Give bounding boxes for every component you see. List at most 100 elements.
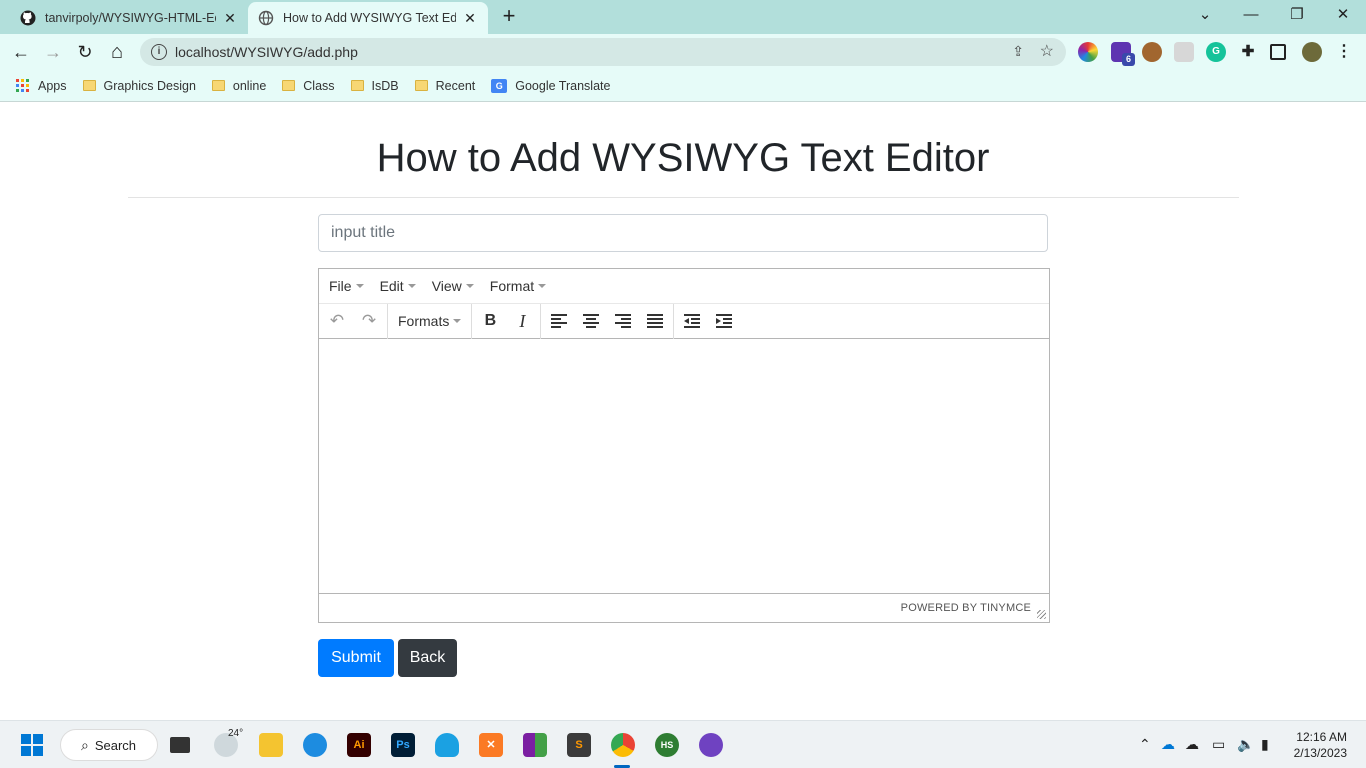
menu-view[interactable]: View <box>424 278 482 294</box>
close-tab-icon[interactable]: ✕ <box>222 10 238 27</box>
forward-arrow-icon[interactable]: → <box>40 39 66 65</box>
close-window-button[interactable]: ✕ <box>1320 4 1366 28</box>
bookmark-recent[interactable]: Recent <box>414 79 475 93</box>
edge-icon[interactable] <box>303 733 327 757</box>
share-icon[interactable]: ⇪ <box>1012 43 1024 60</box>
align-right-icon[interactable] <box>607 307 639 335</box>
folder-icon <box>82 80 96 91</box>
history-group: ↶ ↷ <box>319 303 388 339</box>
folder-icon <box>211 80 225 91</box>
indent-icon[interactable] <box>708 307 740 335</box>
chrome-icon[interactable] <box>611 733 635 757</box>
photoshop-icon[interactable]: Ps <box>391 733 415 757</box>
close-tab-icon[interactable]: ✕ <box>462 10 478 27</box>
style-group: B I <box>472 303 542 339</box>
weather-temp: 24° <box>228 728 244 739</box>
taskbar: ⌕ Search 24° Ai Ps ✕ S HS ⌃ ☁ ☁ ▭ 🔈 ▮ 12… <box>0 720 1366 768</box>
search-icon: ⌕ <box>81 736 89 753</box>
folder-icon <box>282 80 296 91</box>
taskbar-search[interactable]: ⌕ Search <box>60 729 158 761</box>
extension-badge: 6 <box>1122 53 1135 66</box>
bookmark-apps[interactable]: Apps <box>16 79 67 93</box>
back-button[interactable]: Back <box>398 639 457 677</box>
onedrive-icon[interactable]: ☁ <box>1161 736 1175 753</box>
formats-group: Formats <box>388 303 473 339</box>
bold-icon[interactable]: B <box>474 307 506 335</box>
apps-grid-icon <box>16 79 29 92</box>
github-icon <box>20 10 36 26</box>
editor-toolbar: ↶ ↷ Formats B I <box>319 303 1049 339</box>
menu-file[interactable]: File <box>321 278 372 294</box>
home-icon[interactable]: ⌂ <box>104 39 130 65</box>
folder-icon <box>414 80 428 91</box>
site-info-icon[interactable]: i <box>151 44 167 60</box>
bookmark-google-translate[interactable]: G Google Translate <box>491 78 610 93</box>
caret-down-icon <box>465 284 474 288</box>
volume-icon[interactable]: 🔈 <box>1237 736 1254 753</box>
align-left-icon[interactable] <box>543 307 575 335</box>
illustrator-icon[interactable]: Ai <box>347 733 371 757</box>
resize-handle-icon[interactable] <box>1037 610 1046 619</box>
shield-extension-icon[interactable] <box>1174 42 1194 62</box>
tab-strip: tanvirpoly/WYSIWYG-HTML-Edito ✕ How to A… <box>0 0 1366 34</box>
app-icon[interactable] <box>435 733 459 757</box>
indent-group <box>674 304 742 339</box>
windows-start-icon[interactable] <box>21 734 43 756</box>
divider <box>128 197 1239 198</box>
address-bar[interactable]: i localhost/WYSIWYG/add.php ⇪ ☆ <box>140 38 1066 66</box>
address-text[interactable]: localhost/WYSIWYG/add.php <box>175 44 358 60</box>
bookmark-star-icon[interactable]: ☆ <box>1040 41 1054 61</box>
tab-wysiwyg[interactable]: How to Add WYSIWYG Text Edito ✕ <box>248 2 488 34</box>
caret-down-icon <box>407 284 416 288</box>
sublime-text-icon[interactable]: S <box>567 733 591 757</box>
powered-by-link[interactable]: POWERED BY TINYMCE <box>901 602 1031 614</box>
align-justify-icon[interactable] <box>639 307 671 335</box>
outdent-icon[interactable] <box>676 307 708 335</box>
italic-icon[interactable]: I <box>506 307 538 335</box>
menu-edit[interactable]: Edit <box>372 278 424 294</box>
clock[interactable]: 12:16 AM 2/13/2023 <box>1294 729 1347 761</box>
extension-icon[interactable]: 6 <box>1111 42 1135 66</box>
bookmark-class[interactable]: Class <box>282 79 335 93</box>
file-explorer-icon[interactable] <box>259 733 283 757</box>
translate-icon: G <box>491 78 508 93</box>
winrar-icon[interactable] <box>523 733 547 757</box>
cloud-icon[interactable]: ☁ <box>1185 736 1199 753</box>
bookmark-graphics-design[interactable]: Graphics Design <box>82 79 196 93</box>
title-input[interactable] <box>318 214 1048 252</box>
editor-content-area[interactable] <box>319 339 1049 593</box>
show-hidden-icons-icon[interactable]: ⌃ <box>1139 736 1151 753</box>
new-tab-button[interactable]: + <box>498 5 520 28</box>
globe-icon <box>258 10 274 26</box>
network-icon[interactable]: ▭ <box>1212 736 1225 753</box>
xampp-icon[interactable]: ✕ <box>479 733 503 757</box>
submit-button[interactable]: Submit <box>318 639 394 677</box>
color-picker-extension-icon[interactable] <box>1078 42 1098 62</box>
maximize-button[interactable]: ❐ <box>1274 4 1320 28</box>
battery-icon[interactable]: ▮ <box>1261 736 1269 753</box>
menu-format[interactable]: Format <box>482 278 554 294</box>
back-arrow-icon[interactable]: ← <box>8 39 34 65</box>
bookmark-online[interactable]: online <box>211 79 266 93</box>
extensions-puzzle-icon[interactable]: ✚ <box>1238 42 1258 62</box>
minimize-button[interactable]: — <box>1228 4 1274 28</box>
grammarly-icon[interactable]: G <box>1206 42 1226 62</box>
tab-search-icon[interactable]: ⌄ <box>1182 4 1228 28</box>
folder-icon <box>350 80 364 91</box>
redo-icon[interactable]: ↷ <box>353 307 385 335</box>
bookmark-isdb[interactable]: IsDB <box>350 79 399 93</box>
align-center-icon[interactable] <box>575 307 607 335</box>
formats-dropdown[interactable]: Formats <box>390 313 469 329</box>
side-panel-icon[interactable] <box>1270 44 1286 60</box>
page-title: How to Add WYSIWYG Text Editor <box>376 136 990 180</box>
tab-github[interactable]: tanvirpoly/WYSIWYG-HTML-Edito ✕ <box>10 2 248 34</box>
reload-icon[interactable]: ↻ <box>72 39 98 65</box>
browser-menu-icon[interactable]: ⋮ <box>1334 42 1354 62</box>
profile-avatar[interactable] <box>1302 42 1322 62</box>
undo-icon[interactable]: ↶ <box>321 307 353 335</box>
task-view-icon[interactable] <box>170 737 190 753</box>
heidisql-icon[interactable]: HS <box>655 733 679 757</box>
github-desktop-icon[interactable] <box>699 733 723 757</box>
cookie-extension-icon[interactable] <box>1142 42 1162 62</box>
tab-title: tanvirpoly/WYSIWYG-HTML-Edito <box>45 11 216 25</box>
